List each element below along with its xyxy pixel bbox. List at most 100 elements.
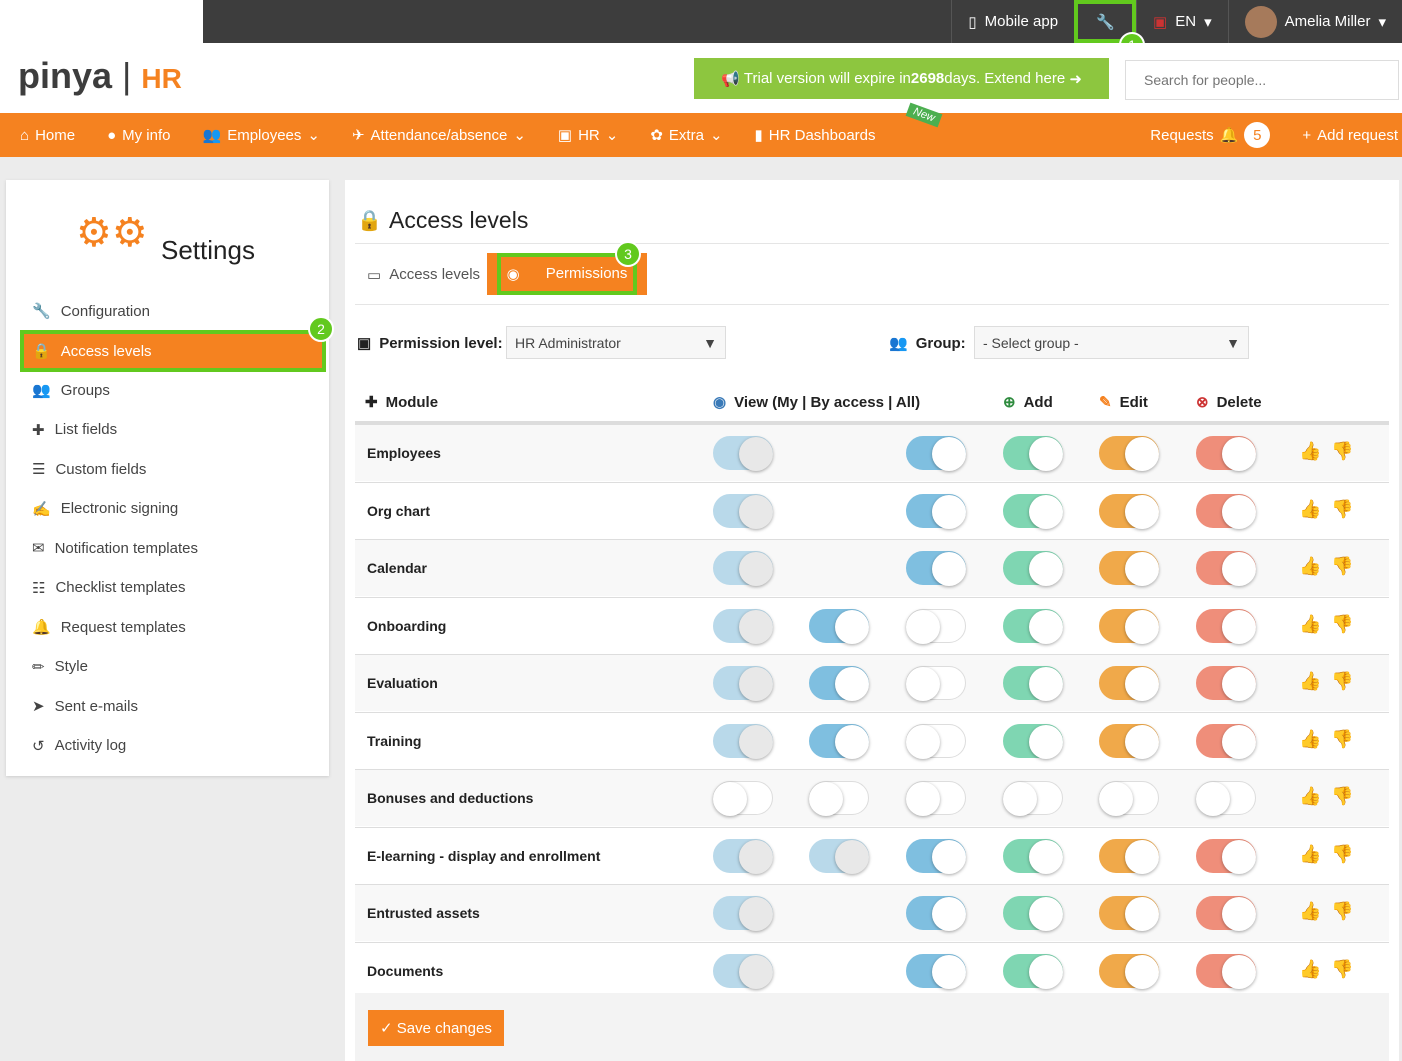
nav-my-info[interactable]: ● My info [91, 127, 186, 144]
thumbs-up-icon[interactable]: 👍 [1299, 844, 1321, 865]
sidebar-item-sent-e-mails[interactable]: ➤ Sent e-mails [26, 687, 316, 725]
user-menu[interactable]: Amelia Miller ▾ [1227, 0, 1402, 43]
toggle-edit[interactable] [1099, 551, 1159, 586]
toggle-my[interactable] [713, 953, 773, 989]
nav-extra[interactable]: ✿ Extra ⌄ [634, 126, 738, 145]
sidebar-item-style[interactable]: ✏ Style [26, 648, 316, 686]
thumbs-up-icon[interactable]: 👍 [1299, 614, 1321, 635]
toggle-delete[interactable] [1196, 896, 1256, 931]
toggle-delete[interactable] [1196, 436, 1256, 471]
thumbs-down-icon[interactable]: 👎 [1331, 671, 1353, 692]
toggle-add[interactable] [1003, 493, 1063, 529]
nav-attendance[interactable]: ✈ Attendance/absence ⌄ [336, 126, 542, 145]
toggle-edit[interactable] [1099, 723, 1159, 759]
toggle-all[interactable] [906, 608, 966, 644]
toggle-all[interactable] [906, 723, 966, 759]
toggle-delete[interactable] [1196, 666, 1256, 701]
thumbs-up-icon[interactable]: 👍 [1299, 729, 1321, 750]
toggle-delete[interactable] [1196, 723, 1256, 759]
thumbs-down-icon[interactable]: 👎 [1331, 614, 1353, 635]
toggle-add[interactable] [1003, 723, 1063, 759]
sidebar-item-electronic-signing[interactable]: ✍ Electronic signing [26, 490, 316, 528]
tab-access-levels[interactable]: ▭ Access levels [367, 266, 480, 284]
thumbs-down-icon[interactable]: 👎 [1331, 959, 1353, 980]
thumbs-down-icon[interactable]: 👎 [1331, 729, 1353, 750]
toggle-delete[interactable] [1196, 608, 1256, 644]
toggle-delete[interactable] [1196, 838, 1256, 874]
toggle-edit[interactable] [1099, 781, 1159, 816]
toggle-add[interactable] [1003, 608, 1063, 644]
toggle-my[interactable] [713, 551, 773, 586]
thumbs-up-icon[interactable]: 👍 [1299, 959, 1321, 980]
thumbs-down-icon[interactable]: 👎 [1331, 901, 1353, 922]
thumbs-up-icon[interactable]: 👍 [1299, 499, 1321, 520]
toggle-edit[interactable] [1099, 493, 1159, 529]
toggle-all[interactable] [906, 953, 966, 989]
toggle-my[interactable] [713, 896, 773, 931]
nav-requests[interactable]: Requests 🔔 5 [1134, 122, 1286, 148]
logo[interactable]: pinya | HR [18, 55, 182, 97]
sidebar-item-groups[interactable]: 👥 Groups [26, 371, 316, 409]
toggle-delete[interactable] [1196, 551, 1256, 586]
toggle-my[interactable] [713, 781, 773, 816]
toggle-add[interactable] [1003, 953, 1063, 989]
toggle-add[interactable] [1003, 781, 1063, 816]
search-input[interactable] [1125, 60, 1399, 100]
toggle-edit[interactable] [1099, 896, 1159, 931]
thumbs-down-icon[interactable]: 👎 [1331, 786, 1353, 807]
trial-banner[interactable]: 📢 Trial version will expire in 2698 days… [694, 58, 1109, 99]
thumbs-up-icon[interactable]: 👍 [1299, 786, 1321, 807]
save-changes-button[interactable]: ✓ Save changes [368, 1010, 504, 1046]
settings-wrench-button[interactable]: 🔧1 [1074, 0, 1146, 58]
thumbs-up-icon[interactable]: 👍 [1299, 901, 1321, 922]
sidebar-item-list-fields[interactable]: ✚ List fields [26, 411, 316, 449]
sidebar-item-checklist-templates[interactable]: ☷ Checklist templates [26, 569, 316, 607]
toggle-all[interactable] [906, 551, 966, 586]
thumbs-down-icon[interactable]: 👎 [1331, 556, 1353, 577]
toggle-all[interactable] [906, 666, 966, 701]
toggle-delete[interactable] [1196, 781, 1256, 816]
toggle-edit[interactable] [1099, 608, 1159, 644]
toggle-delete[interactable] [1196, 493, 1256, 529]
sidebar-item-configuration[interactable]: 🔧 Configuration [26, 292, 316, 330]
mobile-app-button[interactable]: ▯ Mobile app [951, 0, 1074, 43]
toggle-my[interactable] [713, 838, 773, 874]
toggle-my[interactable] [713, 493, 773, 529]
thumbs-down-icon[interactable]: 👎 [1331, 844, 1353, 865]
sidebar-item-request-templates[interactable]: 🔔 Request templates [26, 608, 316, 646]
toggle-by[interactable] [809, 723, 869, 759]
permission-level-select[interactable]: HR Administrator ▼ [506, 326, 726, 359]
thumbs-up-icon[interactable]: 👍 [1299, 671, 1321, 692]
thumbs-down-icon[interactable]: 👎 [1331, 441, 1353, 462]
nav-hr[interactable]: ▣ HR ⌄ [542, 126, 634, 145]
thumbs-up-icon[interactable]: 👍 [1299, 556, 1321, 577]
toggle-my[interactable] [713, 608, 773, 644]
nav-employees[interactable]: 👥 Employees ⌄ [187, 126, 336, 145]
toggle-add[interactable] [1003, 666, 1063, 701]
toggle-edit[interactable] [1099, 436, 1159, 471]
sidebar-item-access-levels[interactable]: 🔒 Access levels 2 [20, 316, 334, 372]
toggle-add[interactable] [1003, 551, 1063, 586]
toggle-all[interactable] [906, 493, 966, 529]
group-select[interactable]: - Select group - ▼ [974, 326, 1249, 359]
sidebar-item-activity-log[interactable]: ↺ Activity log [26, 727, 316, 765]
toggle-delete[interactable] [1196, 953, 1256, 989]
toggle-all[interactable] [906, 436, 966, 471]
thumbs-up-icon[interactable]: 👍 [1299, 441, 1321, 462]
toggle-add[interactable] [1003, 838, 1063, 874]
toggle-edit[interactable] [1099, 838, 1159, 874]
toggle-all[interactable] [906, 838, 966, 874]
nav-home[interactable]: ⌂ Home [0, 127, 91, 144]
toggle-all[interactable] [906, 896, 966, 931]
toggle-by[interactable] [809, 666, 869, 701]
toggle-my[interactable] [713, 723, 773, 759]
toggle-my[interactable] [713, 666, 773, 701]
toggle-add[interactable] [1003, 436, 1063, 471]
toggle-edit[interactable] [1099, 953, 1159, 989]
nav-hr-dashboards[interactable]: ▮ HR Dashboards [739, 126, 892, 145]
toggle-add[interactable] [1003, 896, 1063, 931]
toggle-by[interactable] [809, 838, 869, 874]
toggle-edit[interactable] [1099, 666, 1159, 701]
toggle-by[interactable] [809, 608, 869, 644]
toggle-by[interactable] [809, 781, 869, 816]
